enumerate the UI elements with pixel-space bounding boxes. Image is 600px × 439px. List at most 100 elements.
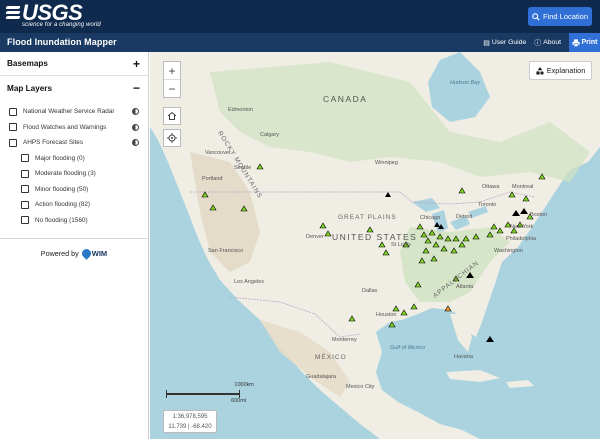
sublayer-label: Major flooding (0)	[35, 154, 85, 162]
label-boston: Boston	[530, 212, 548, 218]
sublayer-checkbox[interactable]	[21, 216, 29, 225]
app-title: Flood Inundation Mapper	[7, 37, 117, 47]
label-los-angeles: Los Angeles	[234, 279, 264, 285]
layer-label: AHPS Forecast Sites	[23, 139, 84, 147]
land-hispaniola	[506, 380, 534, 388]
locate-button[interactable]	[163, 129, 181, 147]
sublayer-item-no-flooding[interactable]: No flooding (1560)	[0, 213, 148, 229]
sublayer-item-action[interactable]: Action flooding (82)	[0, 197, 148, 213]
layer-item-ahps-sites[interactable]: AHPS Forecast Sites	[0, 135, 148, 151]
label-new-york: New York	[510, 224, 534, 230]
expand-plus-icon[interactable]: +	[133, 57, 140, 71]
scale-km-label: 1000km	[234, 382, 254, 388]
coordinates-readout: 1:36,978,595 11.739 | -68.420	[163, 410, 217, 433]
label-st-louis: St Louis	[391, 242, 411, 248]
label-calgary: Calgary	[260, 132, 279, 138]
basemaps-header[interactable]: Basemaps +	[0, 52, 148, 76]
print-label: Print	[581, 39, 598, 46]
sublayer-label: Action flooding (82)	[35, 201, 91, 209]
label-detroit: Detroit	[456, 214, 473, 220]
sublayer-checkbox[interactable]	[21, 154, 29, 163]
label-vancouver: Vancouver	[205, 150, 231, 156]
explanation-button[interactable]: Explanation	[529, 61, 592, 80]
label-edmonton: Edmonton	[228, 107, 254, 113]
collapse-minus-icon[interactable]: −	[133, 81, 140, 95]
scale-ratio: 1:36,978,595	[172, 414, 208, 420]
label-ottawa: Ottawa	[482, 184, 500, 190]
basemap-canvas	[150, 52, 600, 439]
opacity-icon[interactable]	[132, 139, 139, 146]
user-guide-link[interactable]: ▤ User Guide	[483, 39, 526, 47]
user-guide-label: User Guide	[491, 39, 527, 46]
land-cuba	[446, 370, 500, 382]
sidebar: Basemaps + Map Layers − National Weather…	[0, 52, 149, 439]
opacity-icon[interactable]	[132, 123, 139, 131]
label-united-states: UNITED STATES	[332, 232, 418, 242]
label-washington: Washington	[494, 248, 523, 254]
label-havana: Havana	[454, 354, 473, 360]
info-icon: ⓘ	[534, 39, 542, 47]
about-link[interactable]: ⓘ About	[534, 38, 561, 48]
label-monterrey: Monterrey	[332, 337, 357, 343]
zoom-out-button[interactable]: −	[164, 80, 180, 98]
label-dallas: Dallas	[362, 288, 378, 294]
layer-checkbox[interactable]	[9, 138, 17, 147]
label-gulf: Gulf of Mexico	[390, 345, 426, 351]
basemaps-label: Basemaps	[7, 59, 48, 68]
powered-by-label: Powered by	[40, 248, 79, 258]
label-great-plains: GREAT PLAINS	[338, 214, 397, 221]
label-san-francisco: San Francisco	[208, 248, 244, 254]
layer-checkbox[interactable]	[9, 107, 17, 116]
sublayer-item-minor[interactable]: Minor flooding (50)	[0, 182, 148, 198]
usgs-logo[interactable]: USGS science for a changing world	[5, 0, 101, 28]
label-montreal: Montreal	[512, 184, 534, 190]
label-houston: Houston	[376, 312, 397, 318]
label-portland: Portland	[202, 176, 223, 182]
scale-bar: 1000km 600mi	[166, 382, 254, 404]
layer-label: National Weather Service Radar	[23, 108, 115, 116]
home-button[interactable]	[163, 107, 181, 125]
cursor-coordinates: 11.739 | -68.420	[168, 424, 212, 430]
search-icon	[532, 12, 540, 21]
sublayer-checkbox[interactable]	[21, 169, 29, 178]
sublayer-item-major[interactable]: Major flooding (0)	[0, 151, 148, 167]
layer-checkbox[interactable]	[9, 123, 17, 132]
usgs-waves-icon	[5, 4, 21, 22]
label-mexico-city: Mexico City	[346, 384, 375, 390]
opacity-icon[interactable]	[132, 108, 139, 115]
sublayer-item-moderate[interactable]: Moderate flooding (3)	[0, 166, 148, 182]
site-marker-none	[486, 336, 494, 342]
printer-icon	[571, 38, 580, 47]
zoom-control: + −	[163, 61, 181, 98]
legend-shapes-icon	[536, 66, 544, 75]
label-philadelphia: Philadelphia	[506, 236, 536, 242]
sublayer-checkbox[interactable]	[21, 200, 29, 209]
label-canada: CANADA	[323, 94, 368, 104]
zoom-in-button[interactable]: +	[164, 62, 180, 80]
print-button[interactable]: Print	[569, 33, 600, 52]
label-seattle: Seattle	[234, 165, 252, 171]
label-winnipeg: Winnipeg	[375, 160, 398, 166]
label-denver: Denver	[306, 234, 324, 240]
layer-item-nws-radar[interactable]: National Weather Service Radar	[0, 104, 148, 120]
map-view[interactable]: CANADA UNITED STATES GREAT PLAINS MÉXICO…	[150, 52, 600, 439]
wim-pin-icon	[79, 246, 93, 260]
sublayer-label: Moderate flooding (3)	[35, 170, 96, 178]
wim-logo[interactable]: WIM	[79, 246, 107, 260]
powered-by: Powered by WIM	[0, 243, 148, 263]
layer-item-flood-watches[interactable]: Flood Watches and Warnings	[0, 120, 148, 136]
crosshair-icon	[167, 133, 177, 143]
map-layers-label: Map Layers	[7, 83, 53, 93]
label-atlanta: Atlanta	[456, 284, 474, 290]
find-location-label: Find Location	[542, 12, 589, 21]
map-layers-header[interactable]: Map Layers −	[0, 76, 148, 100]
label-mexico: MÉXICO	[315, 354, 347, 361]
top-header: USGS science for a changing world Find L…	[0, 0, 600, 33]
scale-mi-line	[166, 394, 240, 398]
sublayer-checkbox[interactable]	[21, 185, 29, 194]
find-location-button[interactable]: Find Location	[528, 7, 592, 26]
explanation-label: Explanation	[546, 66, 586, 75]
label-toronto: Toronto	[478, 202, 497, 208]
label-chicago: Chicago	[420, 215, 441, 221]
logo-text: USGS	[22, 0, 83, 25]
